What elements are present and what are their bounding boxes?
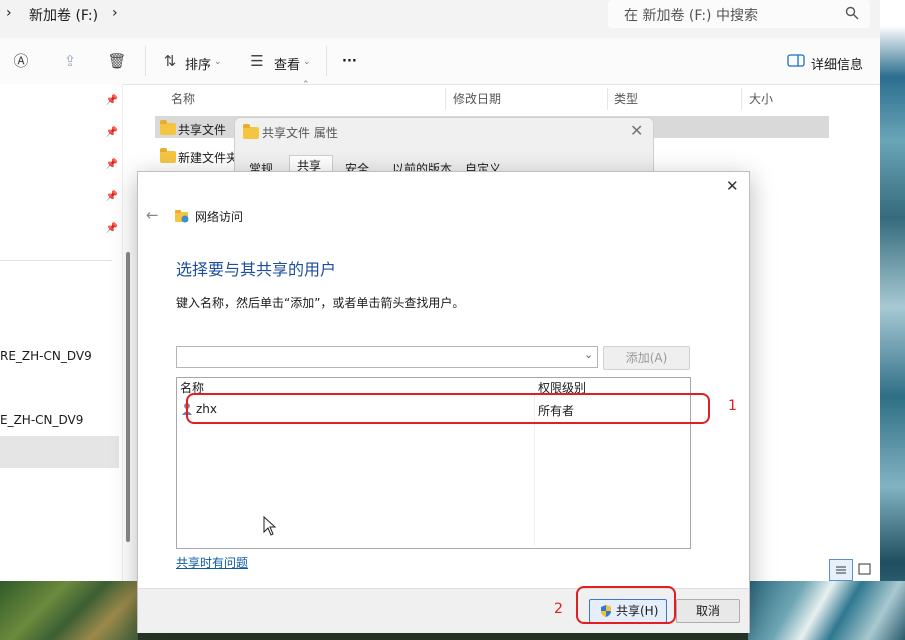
annotation-highlight-share <box>576 586 676 624</box>
pin-icon[interactable]: 📌 <box>105 222 119 236</box>
details-pane-icon[interactable] <box>787 54 805 67</box>
properties-title: 共享文件 属性 <box>262 126 338 140</box>
search-input[interactable]: 在 新加卷 (F:) 中搜索 <box>608 0 870 28</box>
details-button[interactable]: 详细信息 <box>811 54 863 73</box>
toolbar-separator <box>145 46 146 76</box>
column-header-date[interactable]: 修改日期 <box>453 90 501 107</box>
list-view-icon[interactable] <box>829 559 853 581</box>
nav-item-drive[interactable]: RE_ZH-CN_DV9 <box>0 349 92 363</box>
breadcrumb-drive[interactable]: 新加卷 (F:) <box>29 5 98 25</box>
annotation-highlight-user <box>186 393 710 424</box>
pin-icon[interactable]: 📌 <box>105 94 119 108</box>
dialog-heading: 选择要与其共享的用户 <box>176 260 337 279</box>
dropdown-arrow-icon[interactable]: ⌄ <box>584 348 593 361</box>
address-bar: › 新加卷 (F:) › 在 新加卷 (F:) 中搜索 <box>0 0 880 38</box>
back-arrow-icon[interactable]: ← <box>146 206 159 224</box>
desktop-wallpaper-right <box>748 581 905 640</box>
folder-icon <box>243 124 259 139</box>
sort-button[interactable]: 排序 <box>185 54 211 73</box>
folder-icon <box>160 148 176 163</box>
file-name[interactable]: 新建文件夹 <box>178 149 236 166</box>
column-separator[interactable] <box>741 88 742 110</box>
trash-icon[interactable]: 🗑 <box>107 52 127 70</box>
more-button[interactable]: ··· <box>342 54 357 69</box>
close-icon[interactable]: ✕ <box>726 177 739 195</box>
share-icon[interactable]: ⇪ <box>60 52 80 70</box>
view-icon[interactable]: ☰ <box>247 52 267 70</box>
column-separator[interactable] <box>445 88 446 110</box>
add-button[interactable]: 添加(A) <box>603 346 690 370</box>
column-header-size[interactable]: 大小 <box>749 90 773 107</box>
pin-icon[interactable]: 📌 <box>105 158 119 172</box>
view-button[interactable]: 查看 <box>274 54 300 73</box>
column-header-type[interactable]: 类型 <box>614 90 638 107</box>
network-access-dialog: ✕ ← 网络访问 选择要与其共享的用户 键入名称，然后单击“添加”，或者单击箭头… <box>137 171 750 633</box>
folder-icon <box>160 120 176 135</box>
column-header-name[interactable]: 名称 <box>171 90 195 107</box>
ai-translate-icon[interactable]: Ⓐ <box>11 52 31 70</box>
pin-icon[interactable]: 📌 <box>105 190 119 204</box>
tile-view-icon[interactable] <box>855 560 875 580</box>
annotation-label-1: 1 <box>728 398 737 414</box>
desktop-wallpaper-left <box>0 581 138 640</box>
desktop-wallpaper <box>880 0 905 640</box>
dialog-instruction: 键入名称，然后单击“添加”，或者单击箭头查找用户。 <box>176 296 465 310</box>
dialog-footer: 2 共享(H) 取消 <box>138 586 749 633</box>
chevron-down-icon[interactable]: ⌄ <box>303 57 311 67</box>
file-name[interactable]: 共享文件 <box>178 121 226 138</box>
column-separator[interactable] <box>607 88 608 110</box>
nav-divider <box>0 260 112 261</box>
network-folder-icon <box>175 210 189 223</box>
close-icon[interactable]: ✕ <box>630 121 643 140</box>
cancel-button[interactable]: 取消 <box>676 599 740 623</box>
sharing-help-link[interactable]: 共享时有问题 <box>176 554 248 571</box>
mouse-cursor-icon <box>263 516 277 536</box>
user-name-combobox[interactable]: ⌄ <box>176 346 598 368</box>
command-bar <box>0 38 880 85</box>
search-placeholder: 在 新加卷 (F:) 中搜索 <box>624 8 758 24</box>
pin-icon[interactable]: 📌 <box>105 126 119 140</box>
sort-arrow-icon: ⌃ <box>302 80 310 90</box>
chevron-right-icon[interactable]: › <box>112 5 118 21</box>
sort-icon[interactable]: ⇅ <box>160 52 180 70</box>
search-icon <box>845 6 859 20</box>
toolbar-separator <box>326 46 327 76</box>
chevron-down-icon[interactable]: ⌄ <box>214 57 222 67</box>
nav-scrollbar[interactable] <box>126 252 130 542</box>
annotation-label-2: 2 <box>554 601 563 617</box>
nav-item-drive[interactable]: E_ZH-CN_DV9 <box>0 413 83 427</box>
chevron-right-icon[interactable]: › <box>6 5 12 21</box>
dialog-nav-title: 网络访问 <box>195 210 244 224</box>
nav-item-selected[interactable] <box>0 436 119 468</box>
